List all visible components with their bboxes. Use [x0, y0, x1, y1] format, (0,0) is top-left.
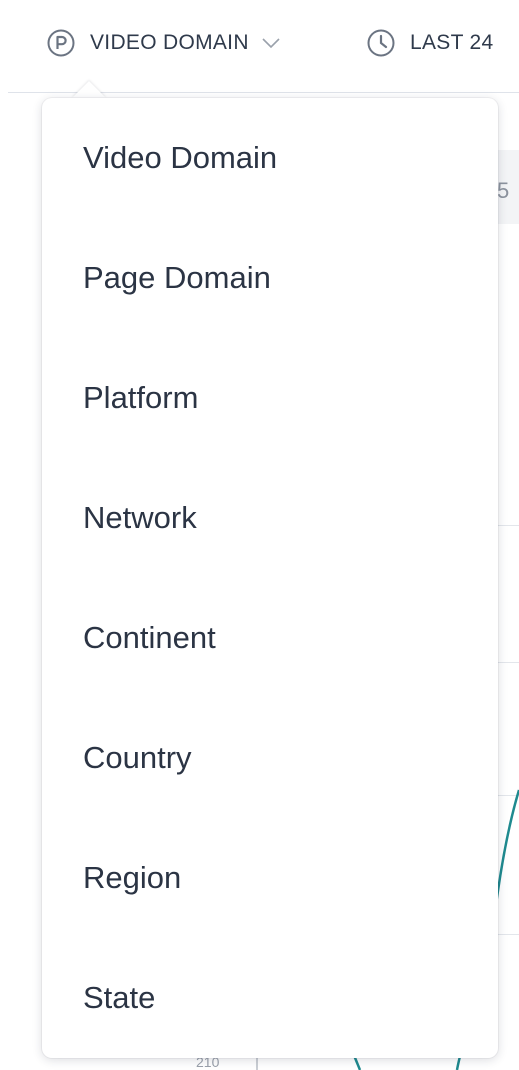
menu-item-region[interactable]: Region: [42, 848, 498, 908]
toolbar: VIDEO DOMAIN LAST 24: [0, 0, 519, 92]
menu-item-platform[interactable]: Platform: [42, 368, 498, 428]
menu-item-state[interactable]: State: [42, 968, 498, 1028]
menu-item-network[interactable]: Network: [42, 488, 498, 548]
video-domain-label: VIDEO DOMAIN: [90, 31, 249, 54]
menu-item-continent[interactable]: Continent: [42, 608, 498, 668]
property-p-icon: [47, 29, 75, 57]
background-partial-text: 5: [497, 178, 510, 203]
menu-item-page-domain[interactable]: Page Domain: [42, 248, 498, 308]
video-domain-selector[interactable]: VIDEO DOMAIN: [46, 24, 281, 62]
time-range-selector[interactable]: LAST 24: [366, 24, 493, 62]
time-range-label: LAST 24: [410, 31, 494, 54]
chevron-down-icon: [262, 38, 280, 49]
menu-item-country[interactable]: Country: [42, 728, 498, 788]
dimension-dropdown: Video Domain Page Domain Platform Networ…: [42, 98, 498, 1058]
dropdown-caret: [72, 81, 106, 98]
clock-icon: [367, 29, 395, 57]
menu-item-video-domain[interactable]: Video Domain: [42, 128, 498, 188]
